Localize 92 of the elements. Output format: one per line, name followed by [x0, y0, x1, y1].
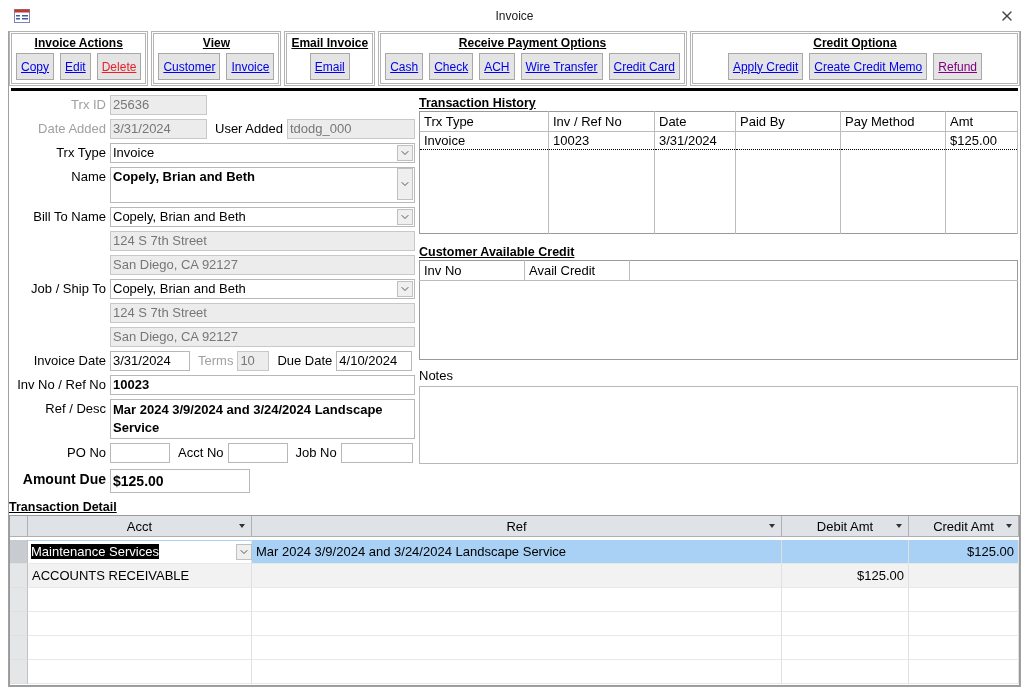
table-cell: 10023 — [548, 131, 655, 150]
input-field[interactable]: 124 S 7th Street — [110, 303, 415, 323]
input-field[interactable]: San Diego, CA 92127 — [110, 255, 415, 275]
field-label: Inv No / Ref No — [17, 376, 106, 394]
field-label: Job / Ship To — [31, 280, 106, 298]
caret-down-icon — [896, 524, 902, 528]
column-header: Pay Method — [840, 111, 946, 132]
input-field[interactable] — [227, 443, 288, 463]
column-header: Amt — [945, 111, 1018, 132]
caret-down-icon — [1006, 524, 1012, 528]
input-field[interactable]: tdodg_000 — [286, 119, 415, 139]
action-button[interactable]: Email — [309, 53, 350, 80]
table-cell: $125.00 — [945, 131, 1018, 150]
caret-down-icon — [239, 524, 245, 528]
text-area[interactable]: Mar 2024 3/9/2024 and 3/24/2024 Landscape Service — [110, 399, 415, 439]
account-combo[interactable]: Maintenance Services — [28, 540, 251, 563]
input-field[interactable] — [340, 443, 413, 463]
action-button[interactable]: Cash — [385, 53, 424, 80]
group-title: Credit Optiona — [813, 36, 897, 50]
action-button[interactable]: Refund — [933, 53, 982, 80]
action-button[interactable]: Copy — [16, 53, 54, 80]
column-header[interactable]: Debit Amt — [782, 516, 909, 537]
group-title: Invoice Actions — [34, 36, 123, 50]
group-title: View — [202, 36, 230, 50]
input-field[interactable]: 10023 — [110, 375, 415, 395]
action-button[interactable]: Invoice — [226, 53, 275, 80]
row-selector[interactable] — [10, 636, 28, 660]
field-label: Acct No — [178, 445, 224, 460]
row-selector[interactable] — [10, 564, 28, 588]
action-button[interactable]: Edit — [60, 53, 91, 80]
select-all-corner[interactable] — [10, 516, 28, 537]
field-label: Amount Due — [22, 470, 106, 489]
action-button[interactable]: Delete — [96, 53, 142, 80]
input-field[interactable] — [110, 443, 170, 463]
action-button[interactable]: Customer — [158, 53, 221, 80]
table-cell: $125.00 — [909, 540, 1019, 564]
field-label: Terms — [198, 353, 234, 368]
column-header: Trx Type — [419, 111, 549, 132]
action-button[interactable]: Credit Card — [608, 53, 680, 80]
action-button[interactable]: Check — [429, 53, 474, 80]
column-header: Paid By — [735, 111, 841, 132]
caret-down-icon — [769, 524, 775, 528]
field-label: Bill To Name — [33, 208, 106, 226]
table-cell: ACCOUNTS RECEIVABLE — [28, 564, 252, 588]
input-field[interactable]: 3/31/2024 — [110, 351, 190, 371]
action-button[interactable]: Wire Transfer — [520, 53, 603, 80]
field-label: User Added — [215, 121, 283, 136]
field-label: Name — [71, 168, 106, 186]
row-selector[interactable] — [10, 660, 28, 684]
table-cell: 3/31/2024 — [654, 131, 736, 150]
group-title: Receive Payment Options — [458, 36, 607, 50]
column-header: Inv / Ref No — [548, 111, 655, 132]
section-title: Customer Available Credit — [419, 244, 576, 260]
notes-label: Notes — [419, 367, 454, 385]
section-title: Transaction Detail — [9, 499, 118, 515]
field-label: PO No — [67, 444, 106, 462]
field-label: Trx ID — [71, 96, 106, 114]
table-cell: Mar 2024 3/9/2024 and 3/24/2024 Landscape Service — [252, 540, 782, 564]
field-label: Invoice Date — [33, 352, 106, 370]
section-title: Transaction History — [419, 95, 537, 111]
combo-box[interactable]: Copely, Brian and Beth — [110, 167, 415, 203]
input-field[interactable]: 4/10/2024 — [336, 351, 413, 371]
action-button[interactable]: ACH — [479, 53, 515, 80]
window-title: Invoice — [495, 8, 534, 23]
column-header: Date — [654, 111, 736, 132]
row-selector[interactable] — [10, 540, 28, 564]
group-title: Email Invoice — [291, 36, 369, 50]
notes-field[interactable] — [419, 386, 1018, 464]
row-selector[interactable] — [10, 588, 28, 612]
field-label: Job No — [295, 445, 337, 460]
combo-box[interactable]: Copely, Brian and Beth — [110, 207, 415, 227]
form-icon — [14, 8, 30, 23]
row-selector[interactable] — [10, 612, 28, 636]
column-header: Avail Credit — [524, 260, 630, 281]
combo-box[interactable]: Invoice — [110, 143, 415, 163]
column-header[interactable]: Credit Amt — [909, 516, 1019, 537]
column-header[interactable]: Acct — [28, 516, 252, 537]
action-button[interactable]: Apply Credit — [727, 53, 804, 80]
input-field[interactable]: San Diego, CA 92127 — [110, 327, 415, 347]
column-header: Inv No — [419, 260, 525, 281]
field-label: Due Date — [277, 353, 333, 368]
field-label: Trx Type — [56, 144, 106, 162]
column-header[interactable]: Ref — [252, 516, 782, 537]
selected-text: Maintenance Services — [31, 544, 159, 559]
field-label: Date Added — [38, 120, 106, 138]
table-cell: $125.00 — [782, 564, 909, 588]
input-field[interactable]: $125.00 — [110, 469, 250, 493]
field-label: Ref / Desc — [45, 400, 106, 418]
table-cell: Invoice — [419, 131, 549, 150]
combo-box[interactable]: Copely, Brian and Beth — [110, 279, 415, 299]
input-field[interactable]: 124 S 7th Street — [110, 231, 415, 251]
action-button[interactable]: Create Credit Memo — [809, 53, 928, 80]
